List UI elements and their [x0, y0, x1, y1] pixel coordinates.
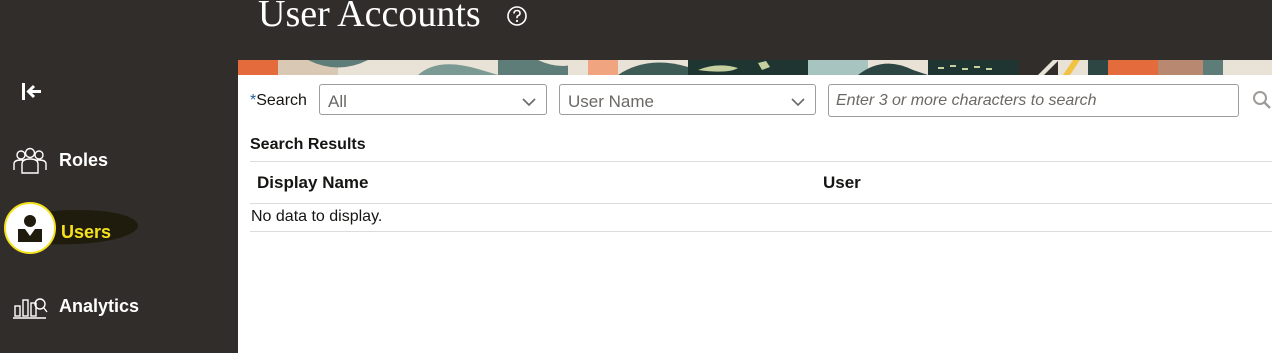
sidebar: Roles Users Analytics: [0, 0, 238, 353]
search-label: *Search: [250, 92, 307, 110]
help-icon[interactable]: [506, 5, 528, 27]
sidebar-item-users[interactable]: Users: [0, 202, 238, 254]
search-field-select[interactable]: User Name: [559, 84, 816, 115]
sidebar-item-label: Roles: [59, 150, 109, 170]
column-header-user[interactable]: User: [823, 173, 861, 193]
users-icon: [4, 202, 56, 254]
search-results-title: Search Results: [250, 136, 366, 153]
sidebar-item-label: Users: [61, 222, 112, 242]
search-label-text: Search: [256, 92, 307, 109]
chevron-down-icon: [791, 94, 805, 107]
analytics-icon: [12, 292, 48, 322]
chevron-down-icon: [522, 94, 536, 107]
divider: [250, 161, 1272, 162]
sidebar-item-roles[interactable]: Roles: [0, 134, 238, 186]
search-scope-select[interactable]: All: [319, 84, 547, 115]
divider: [250, 231, 1272, 232]
divider: [250, 203, 1272, 204]
decorative-banner: [238, 60, 1272, 75]
search-icon[interactable]: [1252, 90, 1272, 112]
roles-icon: [12, 146, 48, 176]
collapse-sidebar-icon[interactable]: [20, 80, 44, 104]
sidebar-item-analytics[interactable]: Analytics: [0, 280, 238, 332]
sidebar-item-label: Analytics: [59, 296, 140, 316]
search-scope-value: All: [328, 92, 347, 111]
page-header: User Accounts: [238, 0, 1272, 60]
search-input[interactable]: [828, 84, 1239, 117]
empty-table-message: No data to display.: [251, 208, 383, 225]
search-field-value: User Name: [568, 92, 654, 111]
page-title: User Accounts: [258, 0, 481, 35]
column-header-display-name[interactable]: Display Name: [257, 173, 369, 193]
